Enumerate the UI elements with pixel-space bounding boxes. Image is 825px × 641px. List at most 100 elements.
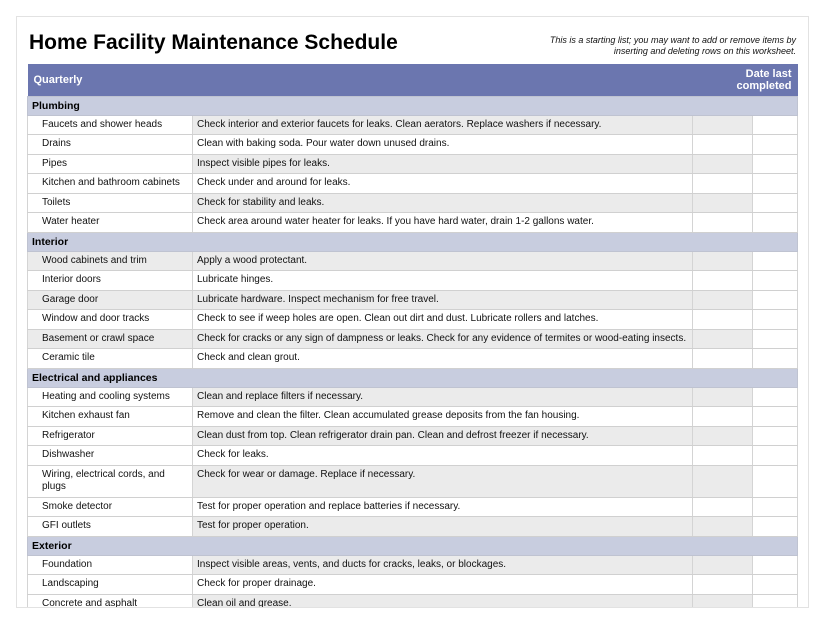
date-cell[interactable] <box>752 290 797 310</box>
date-cell[interactable] <box>692 575 752 595</box>
task-item: Concrete and asphalt <box>28 594 193 608</box>
date-cell[interactable] <box>752 174 797 194</box>
date-cell[interactable] <box>752 387 797 407</box>
task-description: Lubricate hinges. <box>193 271 693 291</box>
date-cell[interactable] <box>752 154 797 174</box>
table-row: DrainsClean with baking soda. Pour water… <box>28 135 798 155</box>
date-cell[interactable] <box>752 497 797 517</box>
task-item: Wood cabinets and trim <box>28 251 193 271</box>
period-header: QuarterlyDate last completed <box>28 64 798 97</box>
task-description: Test for proper operation. <box>193 517 693 537</box>
table-row: Faucets and shower headsCheck interior a… <box>28 115 798 135</box>
date-cell[interactable] <box>692 271 752 291</box>
date-cell[interactable] <box>752 407 797 427</box>
table-row: Basement or crawl spaceCheck for cracks … <box>28 329 798 349</box>
date-cell[interactable] <box>692 329 752 349</box>
table-row: Concrete and asphaltClean oil and grease… <box>28 594 798 608</box>
date-cell[interactable] <box>692 594 752 608</box>
category-name: Plumbing <box>28 96 798 115</box>
task-description: Check for proper drainage. <box>193 575 693 595</box>
task-item: Faucets and shower heads <box>28 115 193 135</box>
date-cell[interactable] <box>692 290 752 310</box>
date-cell[interactable] <box>692 407 752 427</box>
category-header: Electrical and appliances <box>28 368 798 387</box>
date-cell[interactable] <box>752 555 797 575</box>
date-cell[interactable] <box>752 349 797 369</box>
date-cell[interactable] <box>752 193 797 213</box>
date-cell[interactable] <box>752 251 797 271</box>
table-row: LandscapingCheck for proper drainage. <box>28 575 798 595</box>
task-description: Check for wear or damage. Replace if nec… <box>193 465 693 497</box>
task-item: Toilets <box>28 193 193 213</box>
date-cell[interactable] <box>752 213 797 233</box>
task-item: Foundation <box>28 555 193 575</box>
date-cell[interactable] <box>752 446 797 466</box>
task-description: Check and clean grout. <box>193 349 693 369</box>
category-name: Exterior <box>28 536 798 555</box>
date-cell[interactable] <box>752 517 797 537</box>
schedule-table: QuarterlyDate last completedPlumbingFauc… <box>27 64 798 609</box>
task-item: Heating and cooling systems <box>28 387 193 407</box>
table-row: RefrigeratorClean dust from top. Clean r… <box>28 426 798 446</box>
date-cell[interactable] <box>692 174 752 194</box>
task-description: Inspect visible areas, vents, and ducts … <box>193 555 693 575</box>
date-cell[interactable] <box>692 310 752 330</box>
date-cell[interactable] <box>692 251 752 271</box>
page-title: Home Facility Maintenance Schedule <box>29 31 398 55</box>
date-cell[interactable] <box>752 426 797 446</box>
header: Home Facility Maintenance Schedule This … <box>27 25 798 64</box>
date-cell[interactable] <box>692 426 752 446</box>
date-cell[interactable] <box>752 310 797 330</box>
date-cell[interactable] <box>752 465 797 497</box>
date-cell[interactable] <box>692 154 752 174</box>
category-name: Interior <box>28 232 798 251</box>
date-cell[interactable] <box>752 594 797 608</box>
task-description: Check for leaks. <box>193 446 693 466</box>
task-item: Wiring, electrical cords, and plugs <box>28 465 193 497</box>
date-cell[interactable] <box>752 135 797 155</box>
date-cell[interactable] <box>692 497 752 517</box>
task-item: Garage door <box>28 290 193 310</box>
task-item: Refrigerator <box>28 426 193 446</box>
table-row: Ceramic tileCheck and clean grout. <box>28 349 798 369</box>
date-cell[interactable] <box>692 446 752 466</box>
date-cell[interactable] <box>752 115 797 135</box>
task-item: Window and door tracks <box>28 310 193 330</box>
task-item: Kitchen and bathroom cabinets <box>28 174 193 194</box>
task-description: Test for proper operation and replace ba… <box>193 497 693 517</box>
header-note: This is a starting list; you may want to… <box>536 31 796 58</box>
table-row: FoundationInspect visible areas, vents, … <box>28 555 798 575</box>
date-cell[interactable] <box>692 555 752 575</box>
date-cell[interactable] <box>692 349 752 369</box>
table-row: Interior doorsLubricate hinges. <box>28 271 798 291</box>
period-name: Quarterly <box>28 64 693 97</box>
date-cell[interactable] <box>692 213 752 233</box>
date-cell[interactable] <box>752 575 797 595</box>
date-cell[interactable] <box>692 193 752 213</box>
task-description: Clean oil and grease. <box>193 594 693 608</box>
task-description: Clean and replace filters if necessary. <box>193 387 693 407</box>
task-item: Drains <box>28 135 193 155</box>
task-description: Check for cracks or any sign of dampness… <box>193 329 693 349</box>
page: Home Facility Maintenance Schedule This … <box>16 16 809 608</box>
task-description: Clean dust from top. Clean refrigerator … <box>193 426 693 446</box>
date-cell[interactable] <box>692 115 752 135</box>
date-cell[interactable] <box>692 387 752 407</box>
task-item: Ceramic tile <box>28 349 193 369</box>
date-cell[interactable] <box>752 271 797 291</box>
table-row: Window and door tracksCheck to see if we… <box>28 310 798 330</box>
table-row: Garage doorLubricate hardware. Inspect m… <box>28 290 798 310</box>
table-row: Smoke detectorTest for proper operation … <box>28 497 798 517</box>
date-cell[interactable] <box>752 329 797 349</box>
task-item: Dishwasher <box>28 446 193 466</box>
date-cell[interactable] <box>692 465 752 497</box>
category-header: Plumbing <box>28 96 798 115</box>
table-row: Kitchen exhaust fanRemove and clean the … <box>28 407 798 427</box>
table-row: Water heaterCheck area around water heat… <box>28 213 798 233</box>
date-cell[interactable] <box>692 517 752 537</box>
date-cell[interactable] <box>692 135 752 155</box>
task-item: Pipes <box>28 154 193 174</box>
task-item: Kitchen exhaust fan <box>28 407 193 427</box>
category-name: Electrical and appliances <box>28 368 798 387</box>
table-row: ToiletsCheck for stability and leaks. <box>28 193 798 213</box>
